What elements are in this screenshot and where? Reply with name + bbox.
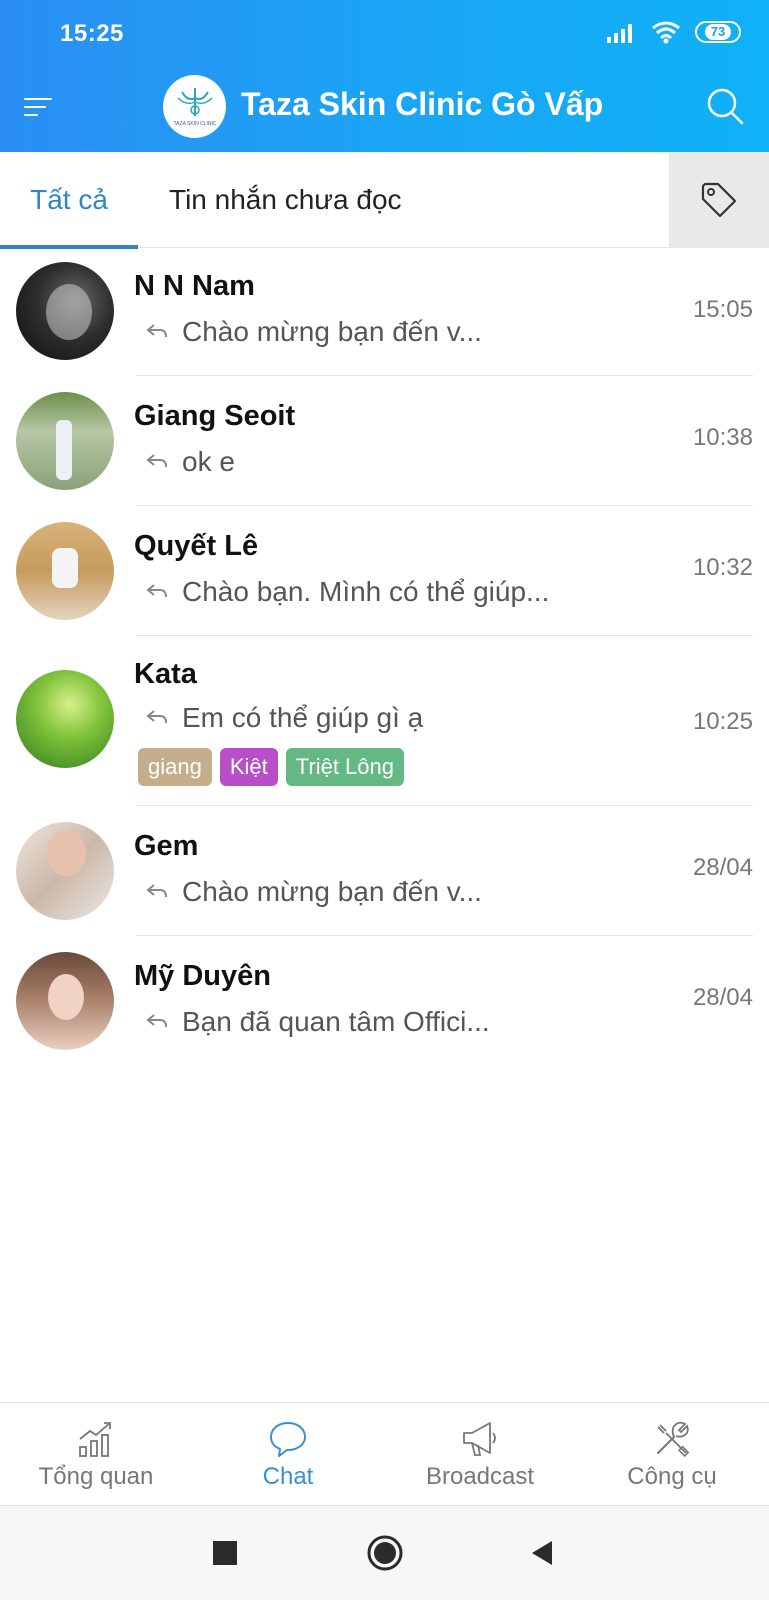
chat-name: N N Nam <box>134 270 255 302</box>
menu-icon-line <box>24 98 52 100</box>
nav-label: Broadcast <box>425 1463 535 1490</box>
menu-icon-line <box>24 114 38 116</box>
chat-name: Kata <box>134 658 197 690</box>
tab-all[interactable]: Tất cả <box>0 152 138 249</box>
chat-name: Mỹ Duyên <box>134 960 271 992</box>
reply-icon <box>146 884 167 898</box>
chat-time: 10:25 <box>692 708 753 735</box>
chat-list: N N Nam Chào mừng bạn đến v... 15:05 Gia… <box>0 248 769 1066</box>
chat-preview-text: Em có thể giúp gì ạ <box>182 702 424 733</box>
nav-chat[interactable]: Chat <box>192 1403 384 1507</box>
battery-icon: 73 <box>695 21 741 43</box>
tag-icon <box>701 182 737 218</box>
status-icons: 73 <box>607 20 741 44</box>
wifi-icon <box>652 21 680 44</box>
chat-row[interactable]: Quyết Lê Chào bạn. Mình có thể giúp... 1… <box>0 506 769 636</box>
chat-row[interactable]: Gem Chào mừng bạn đến v... 28/04 <box>0 806 769 936</box>
back-button[interactable] <box>530 1539 554 1572</box>
avatar-photo <box>52 548 78 588</box>
chat-time: 10:32 <box>692 554 753 581</box>
chat-preview: Chào mừng bạn đến v... <box>146 876 482 908</box>
nav-broadcast[interactable]: Broadcast <box>384 1403 576 1507</box>
home-circle-icon <box>367 1535 403 1571</box>
chat-name: Quyết Lê <box>134 530 259 562</box>
tag-filter-button[interactable] <box>669 152 769 248</box>
chat-preview-text: Chào mừng bạn đến v... <box>182 876 482 907</box>
chat-time: 28/04 <box>692 984 753 1011</box>
reply-icon <box>146 584 167 598</box>
search-icon <box>707 88 744 125</box>
chart-icon <box>79 1422 111 1457</box>
nav-label: Tổng quan <box>38 1463 154 1490</box>
search-button[interactable] <box>705 86 745 126</box>
nav-tools[interactable]: Công cụ <box>576 1403 768 1507</box>
chat-name: Giang Seoit <box>134 400 296 432</box>
chat-labels: giang Kiệt Triệt Lông <box>138 748 405 786</box>
home-button[interactable] <box>366 1534 404 1577</box>
nav-label: Chat <box>262 1463 314 1490</box>
chat-time: 15:05 <box>692 296 753 323</box>
avatar <box>16 392 114 490</box>
nav-overview[interactable]: Tổng quan <box>0 1403 192 1507</box>
chat-preview-text: ok e <box>182 446 235 477</box>
avatar <box>16 262 114 360</box>
back-triangle-icon <box>532 1541 552 1565</box>
tab-unread[interactable]: Tin nhắn chưa đọc <box>169 152 402 248</box>
menu-button[interactable] <box>22 88 58 124</box>
chat-row[interactable]: Giang Seoit ok e 10:38 <box>0 376 769 506</box>
signal-icon <box>607 24 632 43</box>
status-time: 15:25 <box>60 20 124 47</box>
menu-icon-line <box>24 106 46 108</box>
reply-icon <box>146 710 167 724</box>
chat-row[interactable]: Kata Em có thể giúp gì ạ 10:25 giang Kiệ… <box>0 636 769 806</box>
avatar-photo <box>46 284 92 340</box>
chat-row[interactable]: Mỹ Duyên Bạn đã quan tâm Offici... 28/04 <box>0 936 769 1066</box>
system-nav-bar <box>0 1506 769 1600</box>
avatar <box>16 522 114 620</box>
chat-preview: Chào bạn. Mình có thể giúp... <box>146 576 549 608</box>
chat-preview: Chào mừng bạn đến v... <box>146 316 482 348</box>
chat-preview: Em có thể giúp gì ạ <box>146 702 423 734</box>
label-tag[interactable]: Triệt Lông <box>285 748 405 786</box>
reply-icon <box>146 1014 167 1028</box>
chat-preview-text: Chào mừng bạn đến v... <box>182 316 482 347</box>
status-bar: 15:25 73 <box>0 0 769 64</box>
chat-time: 28/04 <box>692 854 753 881</box>
page-title: Taza Skin Clinic Gò Vấp <box>241 86 604 122</box>
filter-tabs: Tất cả Tin nhắn chưa đọc <box>0 152 769 249</box>
avatar-photo <box>48 974 84 1020</box>
battery-level: 73 <box>704 24 732 40</box>
chat-preview: Bạn đã quan tâm Offici... <box>146 1006 490 1038</box>
svg-text:TAZA SKIN CLINIC: TAZA SKIN CLINIC <box>173 121 216 127</box>
clinic-logo: TAZA SKIN CLINIC <box>163 75 226 138</box>
label-tag[interactable]: giang <box>138 748 212 786</box>
app-header: 15:25 73 TAZA SKIN CLINIC Taza Skin Clin… <box>0 0 769 152</box>
reply-icon <box>146 454 167 468</box>
chat-name: Gem <box>134 830 199 862</box>
square-icon <box>213 1541 237 1565</box>
bottom-nav: Tổng quan Chat Broadcast Công cụ <box>0 1402 769 1506</box>
avatar-photo <box>56 420 72 480</box>
chat-time: 10:38 <box>692 424 753 451</box>
avatar-photo <box>46 830 86 876</box>
chat-preview-text: Chào bạn. Mình có thể giúp... <box>182 576 550 607</box>
chat-bubble-icon <box>270 1422 306 1457</box>
nav-label: Công cụ <box>627 1463 717 1490</box>
chat-preview: ok e <box>146 446 235 478</box>
chat-row[interactable]: N N Nam Chào mừng bạn đến v... 15:05 <box>0 248 769 376</box>
reply-icon <box>146 324 167 338</box>
megaphone-icon <box>463 1422 496 1456</box>
app-bar: TAZA SKIN CLINIC Taza Skin Clinic Gò Vấp <box>0 64 769 152</box>
avatar <box>16 670 114 768</box>
avatar <box>16 822 114 920</box>
avatar <box>16 952 114 1050</box>
chat-preview-text: Bạn đã quan tâm Offici... <box>182 1006 490 1037</box>
recents-button[interactable] <box>212 1540 238 1571</box>
tools-icon <box>657 1421 690 1458</box>
label-tag[interactable]: Kiệt <box>219 748 278 786</box>
